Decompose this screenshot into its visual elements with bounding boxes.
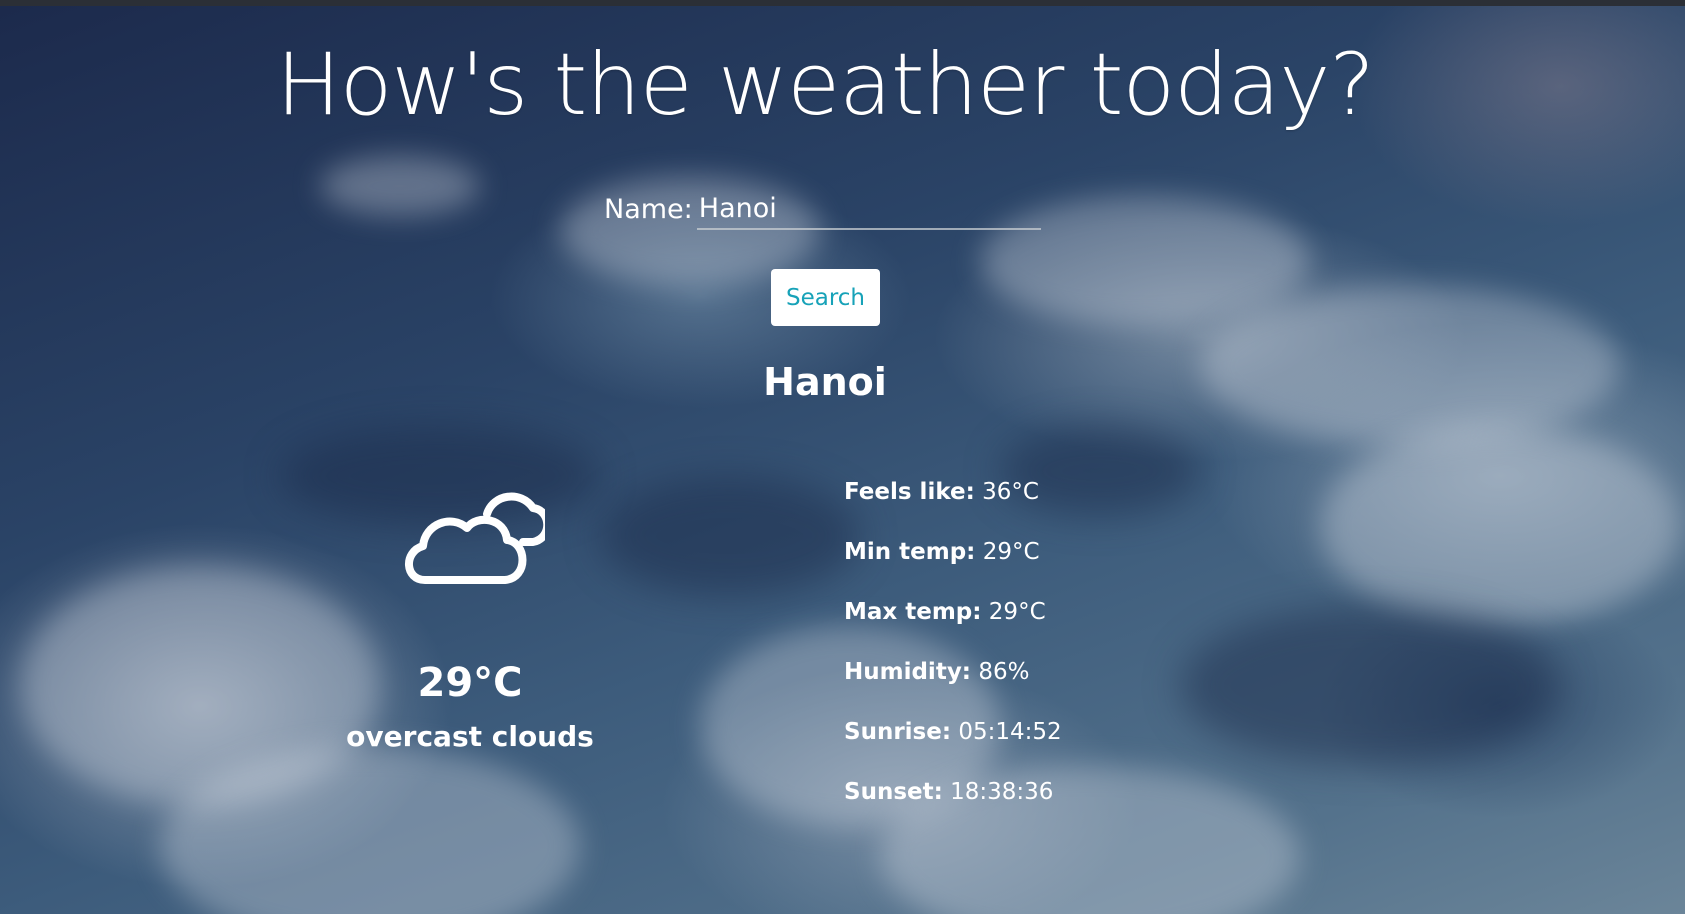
detail-label: Sunrise: [844, 719, 952, 745]
search-label: Name: [604, 194, 693, 225]
detail-label: Min temp: [844, 539, 976, 565]
current-weather-panel: 29°C overcast clouds [320, 480, 620, 753]
detail-value: 29°C [982, 539, 1040, 565]
detail-label: Feels like: [844, 479, 975, 505]
detail-min-temp: Min temp: 29°C [844, 534, 1062, 594]
detail-value: 18:38:36 [950, 779, 1054, 805]
detail-value: 29°C [988, 599, 1046, 625]
detail-humidity: Humidity: 86% [844, 654, 1062, 714]
detail-max-temp: Max temp: 29°C [844, 594, 1062, 654]
search-form: Name: [604, 188, 1041, 230]
weather-details: Feels like: 36°C Min temp: 29°C Max temp… [844, 474, 1062, 834]
search-button[interactable]: Search [771, 269, 880, 326]
detail-label: Sunset: [844, 779, 943, 805]
detail-sunset: Sunset: 18:38:36 [844, 774, 1062, 834]
city-name: Hanoi [763, 360, 887, 404]
city-name-input[interactable] [696, 188, 1041, 230]
page-title: How's the weather today? [276, 35, 1375, 135]
detail-label: Max temp: [844, 599, 982, 625]
detail-value: 05:14:52 [958, 719, 1062, 745]
window-top-bar [0, 0, 1685, 6]
detail-value: 36°C [982, 479, 1039, 505]
weather-description: overcast clouds [346, 720, 594, 753]
detail-sunrise: Sunrise: 05:14:52 [844, 714, 1062, 774]
weather-app: How's the weather today? Name: Search Ha… [0, 0, 1685, 914]
current-temperature: 29°C [417, 660, 523, 706]
cloud-icon [405, 492, 545, 584]
detail-value: 86% [978, 659, 1030, 685]
detail-label: Humidity: [844, 659, 972, 685]
detail-feels-like: Feels like: 36°C [844, 474, 1062, 534]
